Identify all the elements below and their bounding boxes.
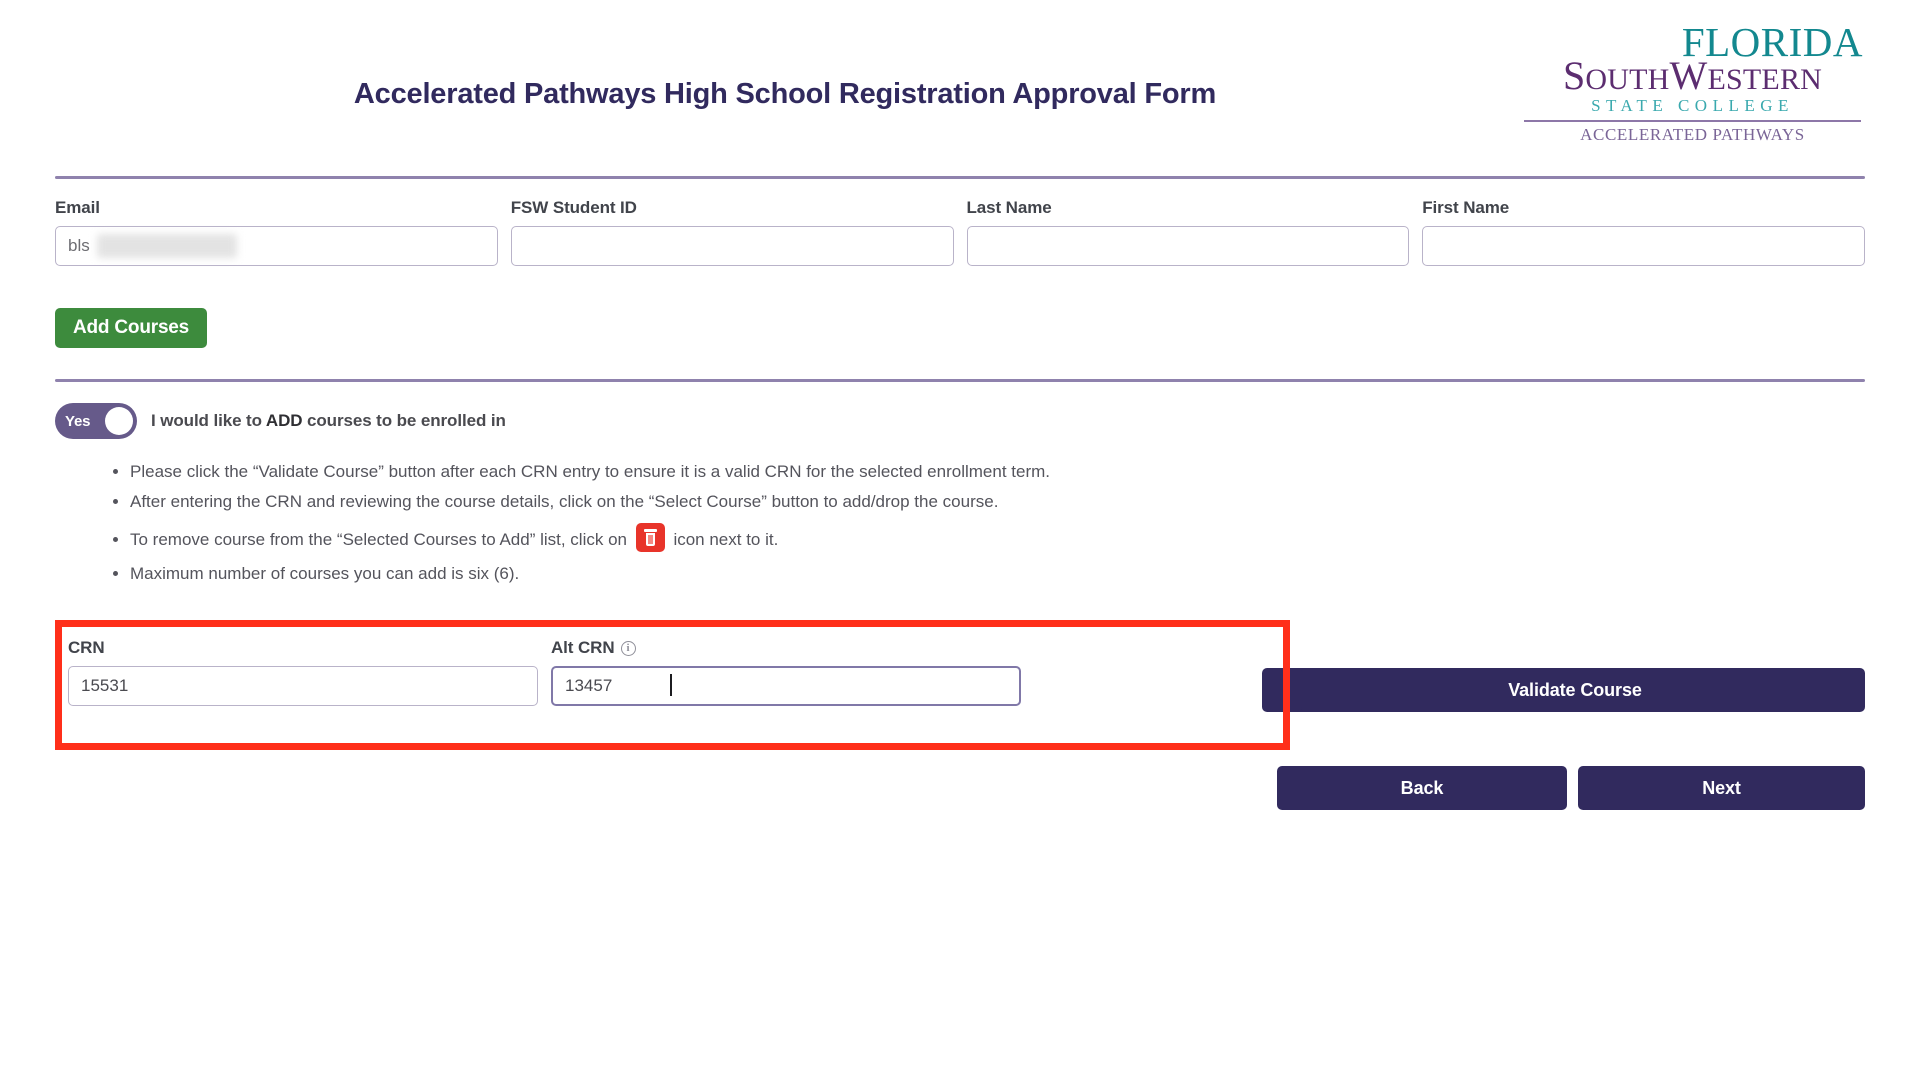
page-header: Accelerated Pathways High School Registr… <box>0 0 1920 180</box>
add-courses-toggle[interactable]: Yes <box>55 403 137 439</box>
alt-crn-label: Alt CRN i <box>551 638 1021 658</box>
toggle-knob <box>105 407 133 435</box>
instruction-text-before: To remove course from the “Selected Cour… <box>130 530 632 549</box>
crn-entry-row: CRN Alt CRNi <box>68 638 1518 706</box>
crn-input[interactable] <box>68 666 538 706</box>
last-name-field-group: Last Name <box>966 198 1410 266</box>
first-name-input[interactable] <box>1422 226 1865 266</box>
alt-crn-input[interactable] <box>551 666 1021 706</box>
trash-icon <box>635 523 665 552</box>
email-field-group: Email <box>55 198 498 266</box>
text-cursor <box>670 674 672 696</box>
divider-middle <box>55 379 1865 382</box>
instruction-text-after: icon next to it. <box>668 530 779 549</box>
toggle-description: I would like to ADD courses to be enroll… <box>151 411 506 430</box>
logo-accelerated-pathways-text: ACCELERATED PATHWAYS <box>1580 125 1805 144</box>
last-name-input[interactable] <box>966 226 1410 266</box>
logo-state-college-text: STATE COLLEGE <box>1591 96 1794 115</box>
list-item: Maximum number of courses you can add is… <box>130 565 1050 582</box>
student-id-field-group: FSW Student ID <box>510 198 954 266</box>
student-id-input[interactable] <box>510 226 954 266</box>
instructions-list: Please click the “Validate Course” butto… <box>105 463 1050 595</box>
student-info-fields: Email FSW Student ID Last Name First Nam… <box>55 198 1865 266</box>
first-name-label: First Name <box>1422 198 1510 217</box>
list-item: After entering the CRN and reviewing the… <box>130 493 1050 510</box>
list-item: To remove course from the “Selected Cour… <box>130 523 1050 552</box>
student-id-label: FSW Student ID <box>510 198 637 217</box>
fsw-logo: FLORIDA SOUTHWESTERN STATE COLLEGE ACCEL… <box>1520 22 1865 143</box>
list-item: Please click the “Validate Course” butto… <box>130 463 1050 480</box>
info-icon[interactable]: i <box>620 640 636 656</box>
divider-top <box>55 176 1865 179</box>
crn-field-group: CRN <box>68 638 538 706</box>
email-label: Email <box>55 198 100 217</box>
registration-form-page: Accelerated Pathways High School Registr… <box>0 0 1920 1080</box>
alt-crn-field-group: Alt CRN i <box>551 638 1021 706</box>
next-button[interactable]: Next <box>1578 766 1865 810</box>
logo-southwestern-text: SOUTHWESTERN <box>1562 53 1823 98</box>
add-courses-toggle-row: Yes I would like to ADD courses to be en… <box>55 403 506 439</box>
crn-label: CRN <box>68 638 105 657</box>
first-name-field-group: First Name <box>1422 198 1865 266</box>
logo-divider <box>1524 120 1861 122</box>
back-button[interactable]: Back <box>1277 766 1567 810</box>
add-courses-button[interactable]: Add Courses <box>55 308 208 348</box>
toggle-state-label: Yes <box>65 412 91 430</box>
email-input-wrapper <box>55 226 498 266</box>
page-title: Accelerated Pathways High School Registr… <box>353 78 1217 110</box>
last-name-label: Last Name <box>966 198 1052 217</box>
email-input[interactable] <box>55 226 498 266</box>
